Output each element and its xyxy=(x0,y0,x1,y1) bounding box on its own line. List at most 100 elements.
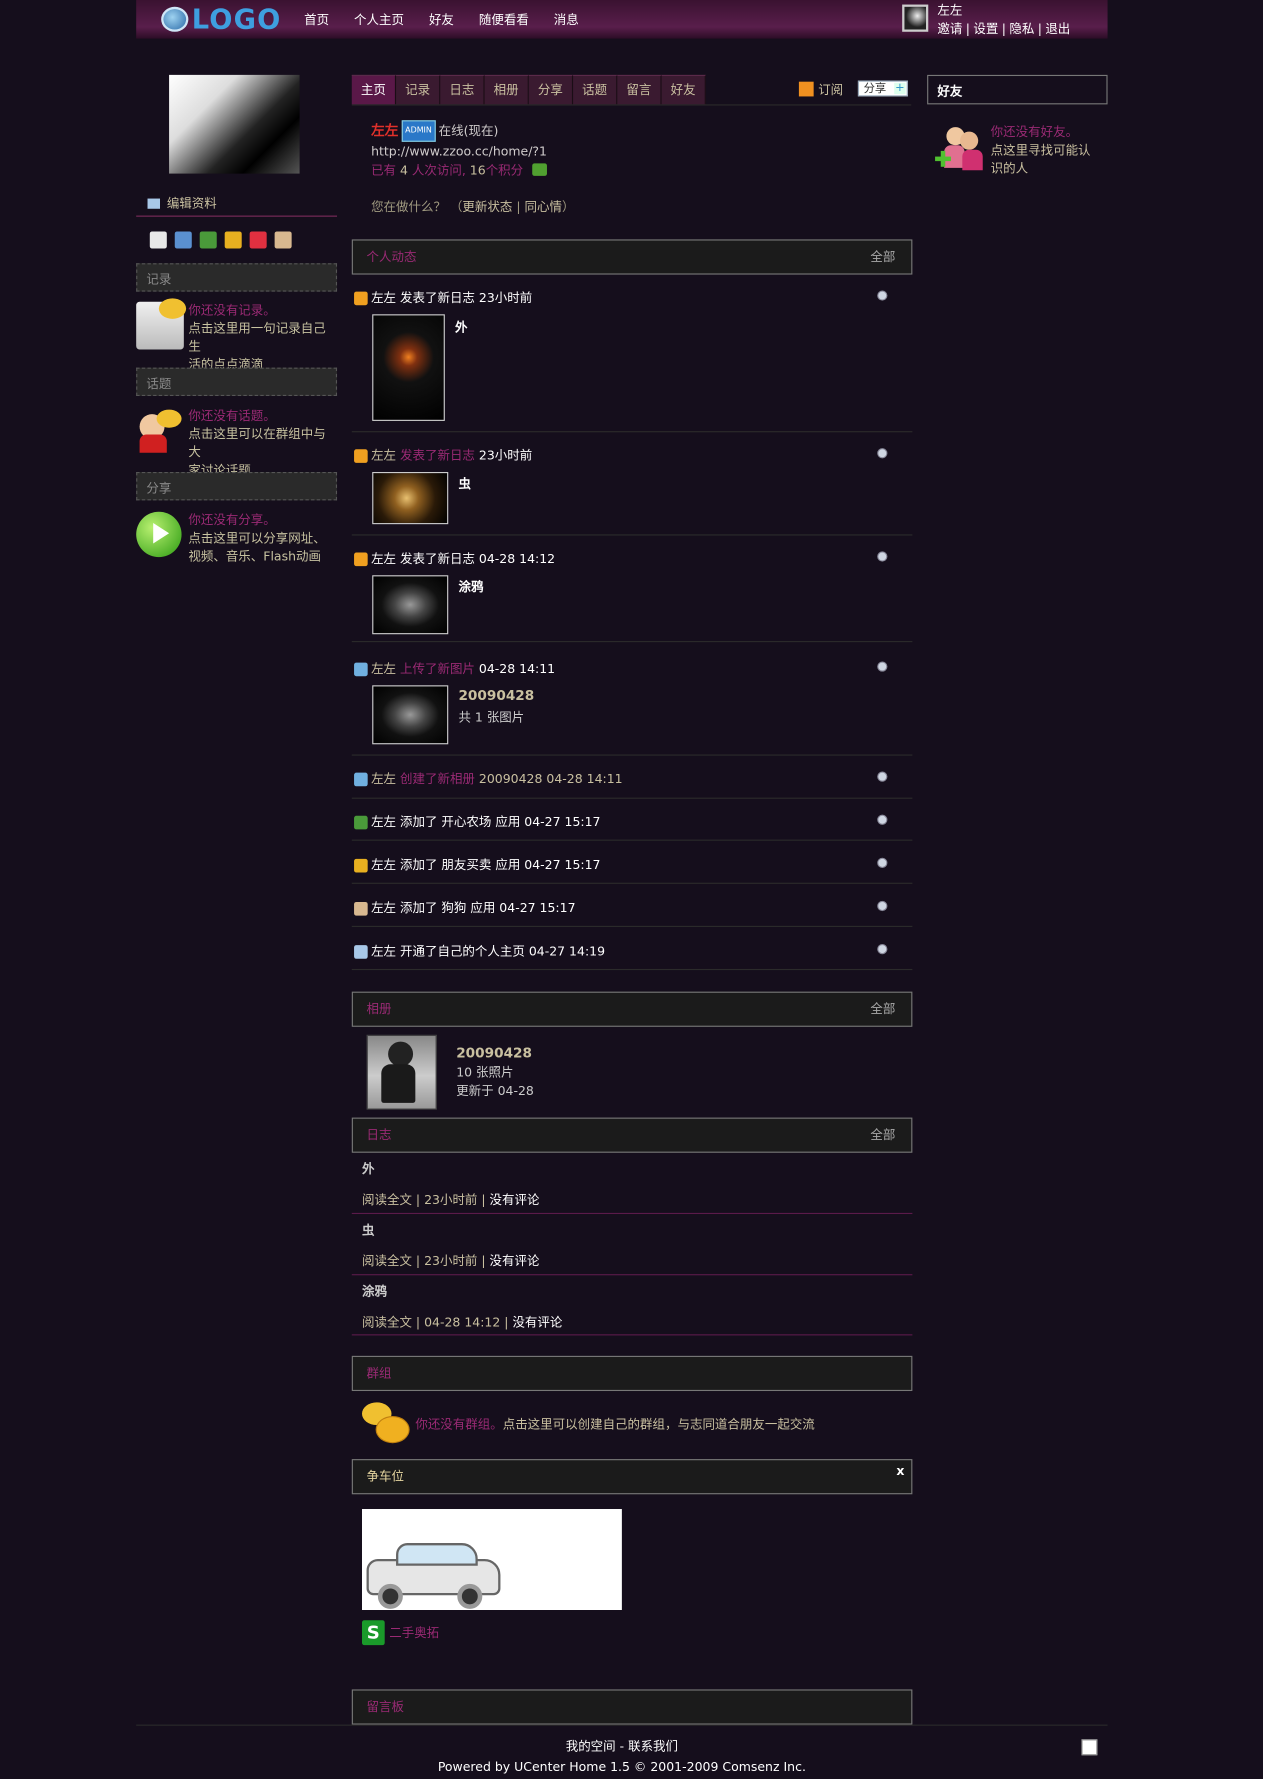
nav-friends[interactable]: 好友 xyxy=(429,10,454,28)
share-button[interactable]: 分享 + xyxy=(857,80,908,97)
blog-title[interactable]: 外 xyxy=(362,1160,374,1178)
tab-album[interactable]: 相册 xyxy=(484,74,529,105)
group-empty[interactable]: 你还没有群组。点击这里可以创建自己的群组，与志同道合朋友一起交流 xyxy=(415,1415,814,1433)
car-image[interactable] xyxy=(362,1509,622,1610)
subscribe-link[interactable]: 订阅 xyxy=(798,81,843,99)
update-status-link[interactable]: 更新状态 xyxy=(462,200,512,215)
blog-thumbnail[interactable] xyxy=(372,471,449,525)
feed-user[interactable]: 左左 xyxy=(371,551,396,566)
points-count: 16 xyxy=(469,163,486,179)
nav-browse[interactable]: 随便看看 xyxy=(479,10,529,28)
feed-user[interactable]: 左左 xyxy=(371,858,396,873)
blog-comments[interactable]: 没有评论 xyxy=(490,1254,540,1269)
privacy-link[interactable]: 隐私 xyxy=(1009,22,1034,37)
edit-profile-label: 编辑资料 xyxy=(166,196,217,212)
edit-profile-link[interactable]: 编辑资料 xyxy=(147,194,217,212)
feed-user[interactable]: 左左 xyxy=(371,901,396,916)
feed-all-link[interactable]: 全部 xyxy=(870,247,895,265)
nav-home[interactable]: 首页 xyxy=(304,10,329,28)
nav-messages[interactable]: 消息 xyxy=(554,10,579,28)
profile-url[interactable]: http://www.zzoo.cc/home/?1 xyxy=(371,142,547,161)
tab-friends[interactable]: 好友 xyxy=(661,74,706,105)
feed-user[interactable]: 左左 xyxy=(371,772,396,787)
delete-icon[interactable] xyxy=(877,551,888,562)
profile-avatar[interactable] xyxy=(169,74,300,174)
read-more-link[interactable]: 阅读全文 xyxy=(362,1254,412,1269)
tab-home[interactable]: 主页 xyxy=(351,74,397,105)
logout-link[interactable]: 退出 xyxy=(1045,22,1070,37)
user-name[interactable]: 左左 xyxy=(937,1,962,19)
delete-icon[interactable] xyxy=(877,943,888,955)
read-more-link[interactable]: 阅读全文 xyxy=(362,1315,412,1330)
blog-thumbnail[interactable] xyxy=(372,575,449,635)
blog-title[interactable]: 虫 xyxy=(362,1221,374,1239)
mood-link[interactable]: 同心情 xyxy=(525,200,562,215)
profile-name[interactable]: 左左 xyxy=(371,123,398,139)
blog-row: 外 阅读全文 | 23小时前 | 没有评论 xyxy=(351,1153,913,1215)
blog-thumbnail[interactable] xyxy=(372,314,445,421)
blog-comments[interactable]: 没有评论 xyxy=(512,1315,562,1330)
blog-row: 虫 阅读全文 | 23小时前 | 没有评论 xyxy=(351,1214,913,1276)
blog-comments[interactable]: 没有评论 xyxy=(490,1192,540,1207)
delete-icon[interactable] xyxy=(877,814,888,825)
points-icon[interactable] xyxy=(531,163,547,176)
nav-profile[interactable]: 个人主页 xyxy=(354,10,404,28)
delete-icon[interactable] xyxy=(877,857,888,868)
tab-share[interactable]: 分享 xyxy=(528,74,574,105)
feed-title[interactable]: 虫 xyxy=(458,474,470,492)
close-icon[interactable]: x xyxy=(896,1464,904,1479)
tab-topics[interactable]: 话题 xyxy=(573,74,618,105)
footer-links[interactable]: 我的空间 - 联系我们 xyxy=(136,1737,1107,1755)
read-more-link[interactable]: 阅读全文 xyxy=(362,1192,412,1207)
plus-icon: + xyxy=(894,81,906,95)
album-cover[interactable] xyxy=(366,1034,437,1110)
records-empty-text: 你还没有记录。 xyxy=(188,302,276,318)
market-icon[interactable] xyxy=(249,231,267,249)
tab-records[interactable]: 记录 xyxy=(396,74,441,105)
album-all-link[interactable]: 全部 xyxy=(870,1000,895,1018)
blog-all-link[interactable]: 全部 xyxy=(870,1126,895,1144)
document-icon[interactable] xyxy=(149,231,167,249)
feed-title[interactable]: 涂鸦 xyxy=(458,578,483,596)
delete-icon[interactable] xyxy=(877,661,888,672)
friends-empty[interactable]: 你还没有好友。 点这里寻找可能认 识的人 xyxy=(991,124,1091,178)
delete-icon[interactable] xyxy=(877,448,888,459)
farm-icon[interactable] xyxy=(199,231,217,249)
car-name-link[interactable]: 二手奥拓 xyxy=(389,1624,439,1642)
share-empty[interactable]: 你还没有分享。 点击这里可以分享网址、 视频、音乐、Flash动画 xyxy=(136,511,337,566)
site-logo[interactable]: LOGO xyxy=(161,2,281,36)
dog-icon xyxy=(354,902,368,916)
feed-user[interactable]: 左左 xyxy=(371,944,396,959)
group-desc: 点击这里可以创建自己的群组，与志同道合朋友一起交流 xyxy=(502,1417,815,1432)
delete-icon[interactable] xyxy=(877,900,888,912)
tab-blog[interactable]: 日志 xyxy=(440,74,485,105)
feed-user[interactable]: 左左 xyxy=(371,290,396,305)
feed-user[interactable]: 左左 xyxy=(371,661,396,676)
records-empty[interactable]: 你还没有记录。 点击这里用一句记录自己生 活的点点滴滴 xyxy=(136,298,337,375)
feed-user[interactable]: 左左 xyxy=(371,815,396,830)
scroll-top-icon[interactable] xyxy=(1081,1739,1098,1756)
album-name[interactable]: 20090428 xyxy=(456,1045,532,1061)
invite-link[interactable]: 邀请 xyxy=(937,22,962,37)
feed-time: 23小时前 xyxy=(478,448,533,463)
feed-title[interactable]: 外 xyxy=(455,318,467,336)
dog-icon[interactable] xyxy=(274,231,292,249)
parking-header: 争车位 x xyxy=(351,1459,913,1495)
feed-user[interactable]: 左左 xyxy=(371,448,396,463)
records-title: 记录 xyxy=(146,272,172,288)
delete-icon[interactable] xyxy=(877,771,888,782)
topics-empty[interactable]: 你还没有话题。 点击这里可以在群组中与大 家讨论话题 xyxy=(136,407,337,480)
user-avatar[interactable] xyxy=(902,4,929,32)
feed-header: 个人动态 全部 xyxy=(351,239,913,275)
topics-header: 话题 xyxy=(136,367,338,396)
blog-title[interactable]: 涂鸦 xyxy=(362,1282,387,1300)
share-label: 分享 xyxy=(863,82,887,96)
tab-guestbook[interactable]: 留言 xyxy=(617,74,662,105)
settings-link[interactable]: 设置 xyxy=(973,22,998,37)
photo-thumbnail[interactable] xyxy=(372,685,449,745)
photo-icon[interactable] xyxy=(174,231,192,249)
delete-icon[interactable] xyxy=(877,290,888,301)
coins-icon[interactable] xyxy=(224,231,242,249)
topics-empty-text: 你还没有话题。 xyxy=(188,408,276,424)
album-name[interactable]: 20090428 xyxy=(458,688,534,704)
